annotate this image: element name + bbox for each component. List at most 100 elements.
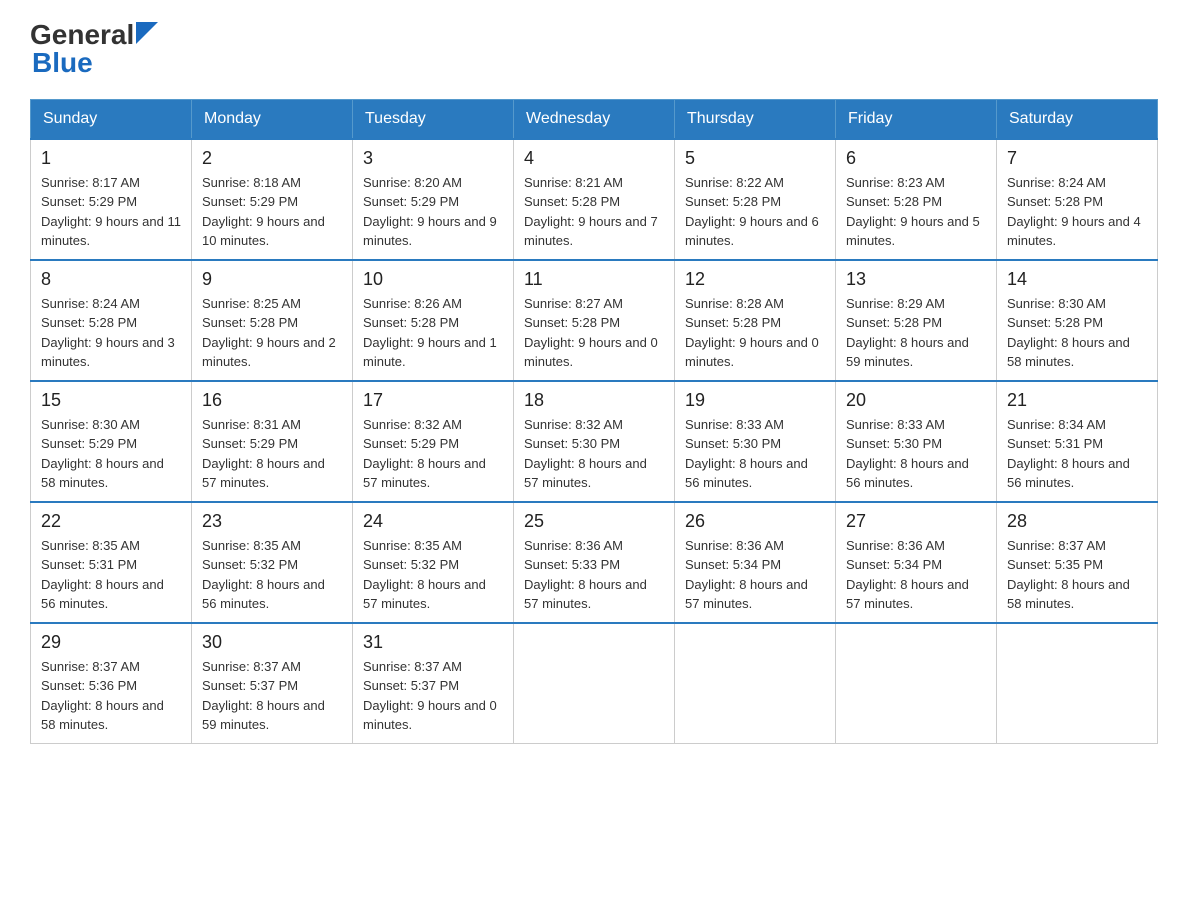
calendar-cell: 22 Sunrise: 8:35 AM Sunset: 5:31 PM Dayl… xyxy=(31,502,192,623)
day-info: Sunrise: 8:34 AM Sunset: 5:31 PM Dayligh… xyxy=(1007,415,1147,493)
calendar-cell: 31 Sunrise: 8:37 AM Sunset: 5:37 PM Dayl… xyxy=(353,623,514,744)
calendar-cell: 20 Sunrise: 8:33 AM Sunset: 5:30 PM Dayl… xyxy=(836,381,997,502)
day-of-week-header: Wednesday xyxy=(514,99,675,139)
calendar-cell xyxy=(997,623,1158,744)
day-number: 8 xyxy=(41,269,181,290)
calendar-cell: 26 Sunrise: 8:36 AM Sunset: 5:34 PM Dayl… xyxy=(675,502,836,623)
day-number: 28 xyxy=(1007,511,1147,532)
day-number: 7 xyxy=(1007,148,1147,169)
calendar-cell xyxy=(514,623,675,744)
calendar-cell: 4 Sunrise: 8:21 AM Sunset: 5:28 PM Dayli… xyxy=(514,139,675,260)
day-of-week-header: Sunday xyxy=(31,99,192,139)
day-number: 10 xyxy=(363,269,503,290)
day-number: 15 xyxy=(41,390,181,411)
day-of-week-header: Thursday xyxy=(675,99,836,139)
day-number: 19 xyxy=(685,390,825,411)
day-info: Sunrise: 8:37 AM Sunset: 5:36 PM Dayligh… xyxy=(41,657,181,735)
day-info: Sunrise: 8:30 AM Sunset: 5:28 PM Dayligh… xyxy=(1007,294,1147,372)
day-number: 31 xyxy=(363,632,503,653)
day-number: 26 xyxy=(685,511,825,532)
day-number: 13 xyxy=(846,269,986,290)
day-info: Sunrise: 8:20 AM Sunset: 5:29 PM Dayligh… xyxy=(363,173,503,251)
day-number: 12 xyxy=(685,269,825,290)
calendar-cell: 1 Sunrise: 8:17 AM Sunset: 5:29 PM Dayli… xyxy=(31,139,192,260)
page-header: General Blue xyxy=(30,20,1158,79)
day-info: Sunrise: 8:35 AM Sunset: 5:32 PM Dayligh… xyxy=(202,536,342,614)
calendar-table: SundayMondayTuesdayWednesdayThursdayFrid… xyxy=(30,99,1158,744)
calendar-cell: 30 Sunrise: 8:37 AM Sunset: 5:37 PM Dayl… xyxy=(192,623,353,744)
week-row: 22 Sunrise: 8:35 AM Sunset: 5:31 PM Dayl… xyxy=(31,502,1158,623)
day-number: 17 xyxy=(363,390,503,411)
day-number: 2 xyxy=(202,148,342,169)
day-of-week-header: Monday xyxy=(192,99,353,139)
day-number: 3 xyxy=(363,148,503,169)
day-info: Sunrise: 8:24 AM Sunset: 5:28 PM Dayligh… xyxy=(1007,173,1147,251)
week-row: 29 Sunrise: 8:37 AM Sunset: 5:36 PM Dayl… xyxy=(31,623,1158,744)
calendar-cell: 11 Sunrise: 8:27 AM Sunset: 5:28 PM Dayl… xyxy=(514,260,675,381)
day-info: Sunrise: 8:31 AM Sunset: 5:29 PM Dayligh… xyxy=(202,415,342,493)
day-number: 30 xyxy=(202,632,342,653)
day-info: Sunrise: 8:29 AM Sunset: 5:28 PM Dayligh… xyxy=(846,294,986,372)
calendar-cell: 15 Sunrise: 8:30 AM Sunset: 5:29 PM Dayl… xyxy=(31,381,192,502)
day-info: Sunrise: 8:30 AM Sunset: 5:29 PM Dayligh… xyxy=(41,415,181,493)
calendar-cell: 16 Sunrise: 8:31 AM Sunset: 5:29 PM Dayl… xyxy=(192,381,353,502)
calendar-cell: 19 Sunrise: 8:33 AM Sunset: 5:30 PM Dayl… xyxy=(675,381,836,502)
calendar-cell: 8 Sunrise: 8:24 AM Sunset: 5:28 PM Dayli… xyxy=(31,260,192,381)
day-number: 23 xyxy=(202,511,342,532)
calendar-cell: 14 Sunrise: 8:30 AM Sunset: 5:28 PM Dayl… xyxy=(997,260,1158,381)
day-info: Sunrise: 8:23 AM Sunset: 5:28 PM Dayligh… xyxy=(846,173,986,251)
calendar-cell: 17 Sunrise: 8:32 AM Sunset: 5:29 PM Dayl… xyxy=(353,381,514,502)
calendar-cell: 2 Sunrise: 8:18 AM Sunset: 5:29 PM Dayli… xyxy=(192,139,353,260)
day-of-week-header: Tuesday xyxy=(353,99,514,139)
calendar-cell: 7 Sunrise: 8:24 AM Sunset: 5:28 PM Dayli… xyxy=(997,139,1158,260)
calendar-cell xyxy=(675,623,836,744)
day-number: 20 xyxy=(846,390,986,411)
day-info: Sunrise: 8:37 AM Sunset: 5:37 PM Dayligh… xyxy=(363,657,503,735)
day-number: 18 xyxy=(524,390,664,411)
day-info: Sunrise: 8:32 AM Sunset: 5:29 PM Dayligh… xyxy=(363,415,503,493)
day-number: 21 xyxy=(1007,390,1147,411)
day-info: Sunrise: 8:33 AM Sunset: 5:30 PM Dayligh… xyxy=(685,415,825,493)
calendar-cell: 29 Sunrise: 8:37 AM Sunset: 5:36 PM Dayl… xyxy=(31,623,192,744)
day-info: Sunrise: 8:32 AM Sunset: 5:30 PM Dayligh… xyxy=(524,415,664,493)
calendar-cell: 5 Sunrise: 8:22 AM Sunset: 5:28 PM Dayli… xyxy=(675,139,836,260)
calendar-cell: 24 Sunrise: 8:35 AM Sunset: 5:32 PM Dayl… xyxy=(353,502,514,623)
calendar-cell: 12 Sunrise: 8:28 AM Sunset: 5:28 PM Dayl… xyxy=(675,260,836,381)
day-of-week-header: Saturday xyxy=(997,99,1158,139)
day-info: Sunrise: 8:24 AM Sunset: 5:28 PM Dayligh… xyxy=(41,294,181,372)
day-number: 25 xyxy=(524,511,664,532)
day-info: Sunrise: 8:35 AM Sunset: 5:31 PM Dayligh… xyxy=(41,536,181,614)
day-info: Sunrise: 8:37 AM Sunset: 5:35 PM Dayligh… xyxy=(1007,536,1147,614)
calendar-cell: 3 Sunrise: 8:20 AM Sunset: 5:29 PM Dayli… xyxy=(353,139,514,260)
day-info: Sunrise: 8:33 AM Sunset: 5:30 PM Dayligh… xyxy=(846,415,986,493)
calendar-cell: 23 Sunrise: 8:35 AM Sunset: 5:32 PM Dayl… xyxy=(192,502,353,623)
calendar-cell: 18 Sunrise: 8:32 AM Sunset: 5:30 PM Dayl… xyxy=(514,381,675,502)
calendar-cell: 25 Sunrise: 8:36 AM Sunset: 5:33 PM Dayl… xyxy=(514,502,675,623)
day-info: Sunrise: 8:17 AM Sunset: 5:29 PM Dayligh… xyxy=(41,173,181,251)
days-of-week-row: SundayMondayTuesdayWednesdayThursdayFrid… xyxy=(31,99,1158,139)
logo-blue: Blue xyxy=(32,47,93,79)
day-number: 11 xyxy=(524,269,664,290)
week-row: 8 Sunrise: 8:24 AM Sunset: 5:28 PM Dayli… xyxy=(31,260,1158,381)
day-number: 22 xyxy=(41,511,181,532)
day-info: Sunrise: 8:36 AM Sunset: 5:34 PM Dayligh… xyxy=(685,536,825,614)
day-number: 4 xyxy=(524,148,664,169)
calendar-cell: 9 Sunrise: 8:25 AM Sunset: 5:28 PM Dayli… xyxy=(192,260,353,381)
day-number: 16 xyxy=(202,390,342,411)
calendar-cell: 13 Sunrise: 8:29 AM Sunset: 5:28 PM Dayl… xyxy=(836,260,997,381)
calendar-cell: 27 Sunrise: 8:36 AM Sunset: 5:34 PM Dayl… xyxy=(836,502,997,623)
day-info: Sunrise: 8:22 AM Sunset: 5:28 PM Dayligh… xyxy=(685,173,825,251)
day-info: Sunrise: 8:21 AM Sunset: 5:28 PM Dayligh… xyxy=(524,173,664,251)
day-info: Sunrise: 8:27 AM Sunset: 5:28 PM Dayligh… xyxy=(524,294,664,372)
day-number: 14 xyxy=(1007,269,1147,290)
day-number: 27 xyxy=(846,511,986,532)
week-row: 15 Sunrise: 8:30 AM Sunset: 5:29 PM Dayl… xyxy=(31,381,1158,502)
day-number: 24 xyxy=(363,511,503,532)
day-info: Sunrise: 8:36 AM Sunset: 5:33 PM Dayligh… xyxy=(524,536,664,614)
day-info: Sunrise: 8:26 AM Sunset: 5:28 PM Dayligh… xyxy=(363,294,503,372)
day-number: 6 xyxy=(846,148,986,169)
day-info: Sunrise: 8:37 AM Sunset: 5:37 PM Dayligh… xyxy=(202,657,342,735)
day-info: Sunrise: 8:36 AM Sunset: 5:34 PM Dayligh… xyxy=(846,536,986,614)
day-number: 9 xyxy=(202,269,342,290)
day-info: Sunrise: 8:28 AM Sunset: 5:28 PM Dayligh… xyxy=(685,294,825,372)
